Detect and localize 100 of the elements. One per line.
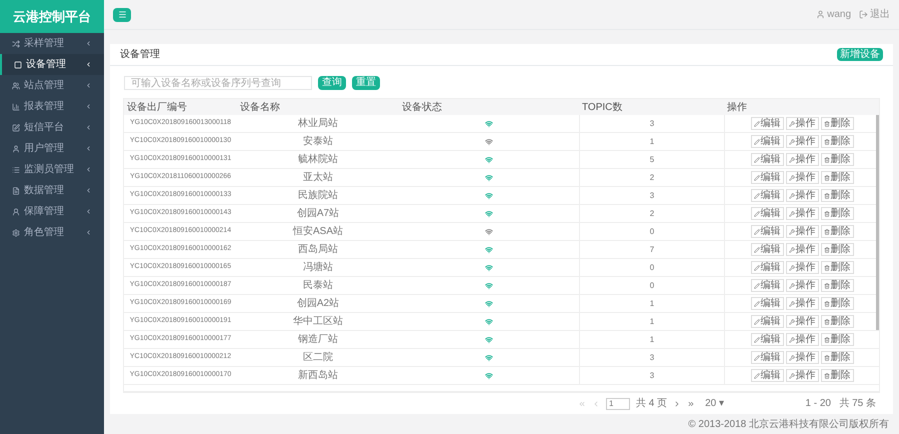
row-action-button[interactable]: 编辑 <box>750 135 784 148</box>
wrench-icon <box>788 354 794 360</box>
row-action-button[interactable]: 删除 <box>820 351 854 364</box>
row-action-button[interactable]: 删除 <box>820 225 854 238</box>
row-action-button[interactable]: 删除 <box>820 279 854 292</box>
row-action-button[interactable]: 操作 <box>786 243 818 256</box>
row-action-button[interactable]: 编辑 <box>750 189 784 202</box>
trash-icon <box>824 120 830 126</box>
row-action-button[interactable]: 删除 <box>820 171 854 184</box>
topic-count-cell: 0 <box>650 280 654 292</box>
logout-icon <box>859 10 868 19</box>
wrench-icon <box>788 336 794 342</box>
row-action-button[interactable]: 删除 <box>820 315 854 328</box>
column-header: 操作 <box>727 100 747 114</box>
row-action-button[interactable]: 编辑 <box>750 351 784 364</box>
sidebar-item[interactable]: 数据管理 <box>0 180 104 201</box>
row-action-button[interactable]: 编辑 <box>750 225 784 238</box>
column-header: TOPIC数 <box>582 100 622 114</box>
row-action-button[interactable]: 编辑 <box>750 243 784 256</box>
pencil-icon <box>754 282 760 288</box>
pencil-icon <box>754 354 760 360</box>
row-action-button[interactable]: 操作 <box>786 225 818 238</box>
row-action-button[interactable]: 操作 <box>786 153 818 166</box>
row-action-button[interactable]: 操作 <box>786 207 818 220</box>
row-action-button[interactable]: 操作 <box>786 297 818 310</box>
topic-count-cell: 1 <box>650 334 654 346</box>
trash-icon <box>824 282 830 288</box>
row-action-button[interactable]: 编辑 <box>750 153 784 166</box>
row-action-button[interactable]: 编辑 <box>750 369 784 382</box>
row-action-button[interactable]: 删除 <box>820 333 854 346</box>
row-action-button[interactable]: 编辑 <box>750 279 784 292</box>
row-action-button[interactable]: 操作 <box>786 135 818 148</box>
search-field[interactable]: 可输入设备名称或设备序列号查询 <box>124 76 312 90</box>
chevron-icon <box>85 229 92 236</box>
sidebar-item[interactable]: 设备管理 <box>0 54 104 75</box>
row-action-button[interactable]: 删除 <box>820 261 854 274</box>
pencil-icon <box>754 120 760 126</box>
trash-icon <box>824 318 830 324</box>
row-action-button[interactable]: 删除 <box>820 297 854 310</box>
sidebar-item[interactable]: 站点管理 <box>0 75 104 96</box>
shuffle-icon <box>12 40 20 48</box>
row-action-button[interactable]: 操作 <box>786 279 818 292</box>
topic-count-cell: 3 <box>650 370 654 382</box>
topic-count-cell: 1 <box>650 316 654 328</box>
pencil-icon <box>754 156 760 162</box>
first-page-icon[interactable] <box>578 400 586 408</box>
topic-count-cell: 2 <box>650 208 654 220</box>
row-action-button[interactable]: 编辑 <box>750 207 784 220</box>
row-action-button[interactable]: 编辑 <box>750 261 784 274</box>
page-input[interactable]: 1 <box>606 398 630 410</box>
gear-icon <box>12 228 20 236</box>
trash-icon <box>824 372 830 378</box>
row-action-button[interactable]: 编辑 <box>750 117 784 130</box>
device-name-cell-text: 区二院 <box>303 350 333 365</box>
sidebar-item[interactable]: 用户管理 <box>0 138 104 159</box>
page-size-select[interactable]: 20 ▾ <box>705 396 724 411</box>
pencil-icon <box>754 300 760 306</box>
row-action-button[interactable]: 操作 <box>786 315 818 328</box>
row-action-button[interactable]: 操作 <box>786 333 818 346</box>
device-name-cell-text: 创园A7站 <box>296 206 340 221</box>
row-action-button[interactable]: 删除 <box>820 207 854 220</box>
row-action-button[interactable]: 删除 <box>820 189 854 202</box>
square-icon <box>14 60 22 68</box>
row-action-button[interactable]: 删除 <box>820 117 854 130</box>
row-action-button[interactable]: 操作 <box>786 117 818 130</box>
menu-button[interactable] <box>113 8 131 22</box>
row-action-button[interactable]: 操作 <box>786 171 818 184</box>
row-action-button[interactable]: 编辑 <box>750 333 784 346</box>
row-action-button[interactable]: 删除 <box>820 369 854 382</box>
topic-count-cell: 1 <box>650 136 654 148</box>
sidebar-item[interactable]: 角色管理 <box>0 222 104 243</box>
trash-icon <box>824 336 830 342</box>
row-action-button[interactable]: 删除 <box>820 135 854 148</box>
wrench-icon <box>788 228 794 234</box>
sidebar-item[interactable]: 保障管理 <box>0 201 104 222</box>
row-action-button[interactable]: 删除 <box>820 243 854 256</box>
sidebar-item[interactable]: 监测员管理 <box>0 159 104 180</box>
sidebar-item[interactable]: 报表管理 <box>0 96 104 117</box>
pencil-icon <box>754 246 760 252</box>
wrench-icon <box>788 192 794 198</box>
row-action-button[interactable]: 操作 <box>786 351 818 364</box>
topic-count-cell: 7 <box>650 244 654 256</box>
row-action-button[interactable]: 编辑 <box>750 315 784 328</box>
wrench-icon <box>788 264 794 270</box>
row-action-button[interactable]: 删除 <box>820 153 854 166</box>
sidebar-item[interactable]: 采样管理 <box>0 33 104 54</box>
chevron-icon <box>85 166 92 173</box>
sidebar-item[interactable]: 短信平台 <box>0 117 104 138</box>
trash-icon <box>824 210 830 216</box>
trash-icon <box>824 300 830 306</box>
row-action-button[interactable]: 编辑 <box>750 297 784 310</box>
wrench-icon <box>788 282 794 288</box>
device-name-cell-text: 民泰站 <box>303 278 333 293</box>
row-action-button[interactable]: 操作 <box>786 261 818 274</box>
wrench-icon <box>788 174 794 180</box>
wrench-icon <box>788 372 794 378</box>
row-action-button[interactable]: 操作 <box>786 369 818 382</box>
row-action-button[interactable]: 操作 <box>786 189 818 202</box>
row-action-button[interactable]: 编辑 <box>750 171 784 184</box>
last-page-icon[interactable] <box>687 400 696 408</box>
